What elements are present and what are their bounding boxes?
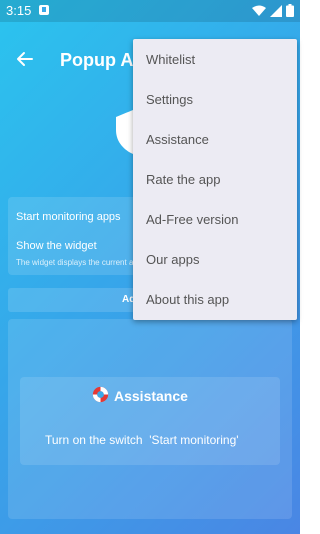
menu-item-label: Settings xyxy=(146,92,193,107)
menu-item-label: Ad-Free version xyxy=(146,212,239,227)
show-widget-description: The widget displays the current app xyxy=(16,258,143,267)
menu-item-label: Rate the app xyxy=(146,172,221,187)
back-arrow-icon[interactable] xyxy=(14,48,36,70)
menu-item-label: Our apps xyxy=(146,252,200,267)
lifebuoy-icon xyxy=(92,386,109,403)
show-widget-label[interactable]: Show the widget xyxy=(16,240,97,252)
assistance-title: Assistance xyxy=(114,388,188,404)
status-icons xyxy=(252,4,294,17)
menu-item-ad-free[interactable]: Ad-Free version xyxy=(133,199,297,239)
menu-item-settings[interactable]: Settings xyxy=(133,79,297,119)
menu-item-about[interactable]: About this app xyxy=(133,279,297,319)
menu-item-our-apps[interactable]: Our apps xyxy=(133,239,297,279)
battery-icon xyxy=(286,4,294,17)
start-monitoring-label[interactable]: Start monitoring apps xyxy=(16,211,121,223)
menu-item-assistance[interactable]: Assistance xyxy=(133,119,297,159)
overflow-menu: Whitelist Settings Assistance Rate the a… xyxy=(133,39,297,320)
status-time: 3:15 xyxy=(6,3,32,18)
signal-icon xyxy=(270,4,282,17)
menu-item-whitelist[interactable]: Whitelist xyxy=(133,39,297,79)
status-bar: 3:15 xyxy=(0,0,300,22)
assistance-description: Turn on the switch 'Start monitoring' xyxy=(45,433,239,447)
menu-item-label: About this app xyxy=(146,292,230,307)
menu-item-label: Assistance xyxy=(146,132,209,147)
notification-icon xyxy=(39,5,49,15)
wifi-icon xyxy=(252,5,266,16)
menu-item-label: Whitelist xyxy=(146,52,196,67)
menu-item-rate-app[interactable]: Rate the app xyxy=(133,159,297,199)
